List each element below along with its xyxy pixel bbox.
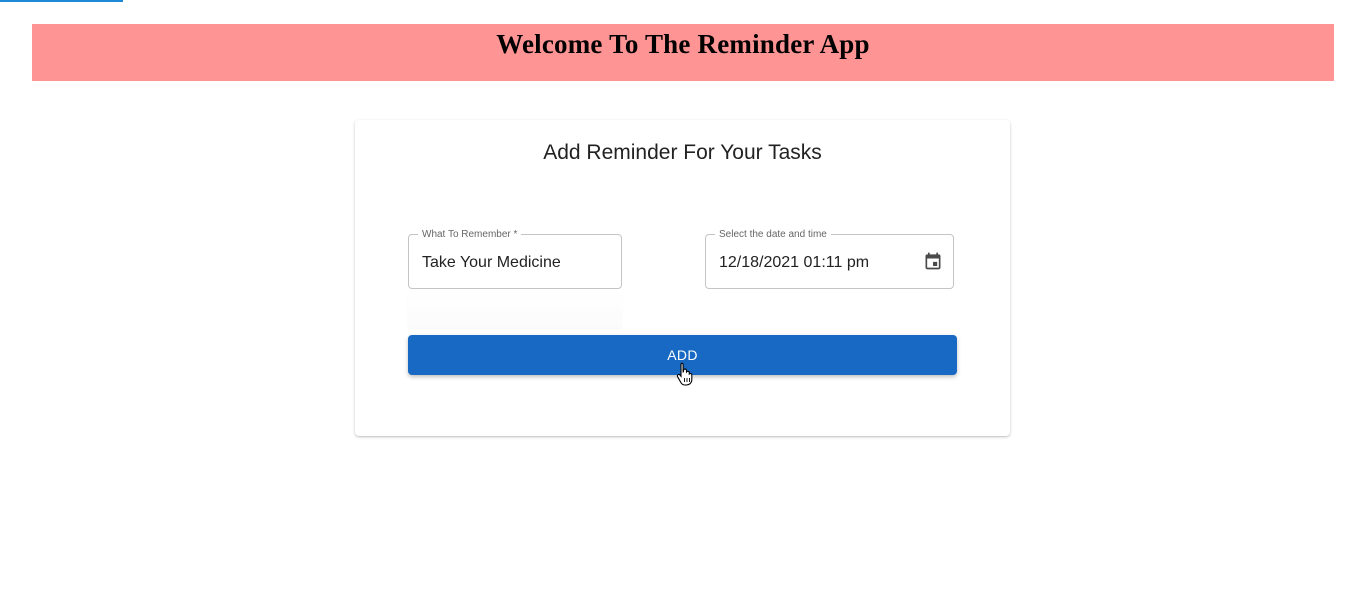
date-time-value[interactable]: 12/18/2021 01:11 pm <box>719 254 869 272</box>
top-accent-line <box>0 0 123 2</box>
reminder-form-card: Add Reminder For Your Tasks What To Reme… <box>355 120 1010 436</box>
field-shadow-area <box>408 292 622 328</box>
calendar-icon[interactable] <box>923 251 943 271</box>
date-field-label: Select the date and time <box>719 229 827 240</box>
hand-pointer-cursor-icon <box>676 362 693 386</box>
date-time-field[interactable]: Select the date and time 12/18/2021 01:1… <box>705 229 954 289</box>
task-field[interactable]: What To Remember * Take Your Medicine <box>408 229 622 289</box>
card-title: Add Reminder For Your Tasks <box>543 141 822 164</box>
task-field-label: What To Remember * <box>422 229 518 240</box>
task-input-value[interactable]: Take Your Medicine <box>422 254 561 272</box>
app-header: Welcome To The Reminder App <box>32 24 1334 81</box>
app-title: Welcome To The Reminder App <box>496 29 870 59</box>
